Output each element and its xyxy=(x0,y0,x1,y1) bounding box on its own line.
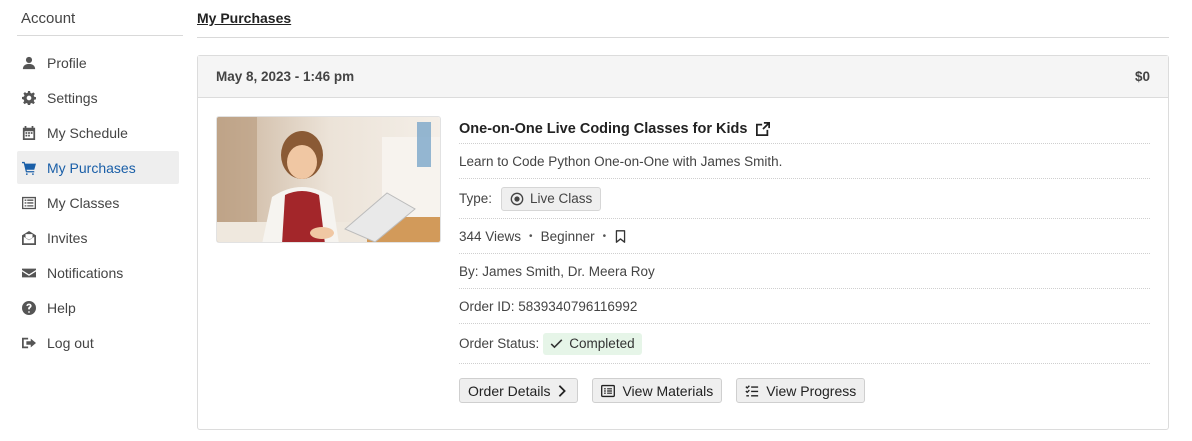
purchase-price: $0 xyxy=(1134,69,1150,84)
tasks-icon xyxy=(745,384,759,397)
status-badge: Completed xyxy=(543,332,642,355)
envelope-open-icon xyxy=(21,230,37,246)
purchase-card: May 8, 2023 - 1:46 pm $0 One-on-One Live… xyxy=(197,55,1169,430)
order-details-button[interactable]: Order Details xyxy=(459,378,579,403)
instructors-row: By: James Smith, Dr. Meera Roy xyxy=(459,254,1150,289)
sidebar-item-my-classes[interactable]: My Classes xyxy=(17,186,179,219)
page-title: My Purchases xyxy=(197,10,292,26)
sidebar-item-label: My Purchases xyxy=(47,159,136,176)
sidebar-item-notifications[interactable]: Notifications xyxy=(17,256,179,289)
envelope-icon xyxy=(21,265,37,281)
sidebar-item-profile[interactable]: Profile xyxy=(17,46,179,79)
purchase-body: One-on-One Live Coding Classes for Kids … xyxy=(198,98,1168,403)
gear-icon xyxy=(21,90,37,106)
sidebar-item-invites[interactable]: Invites xyxy=(17,221,179,254)
course-level: Beginner xyxy=(540,228,595,244)
purchase-details: One-on-One Live Coding Classes for Kids … xyxy=(459,116,1150,403)
instructors: By: James Smith, Dr. Meera Roy xyxy=(459,263,655,279)
separator-dot: • xyxy=(602,230,607,242)
purchase-date: May 8, 2023 - 1:46 pm xyxy=(216,69,355,84)
order-details-label: Order Details xyxy=(468,382,551,399)
question-circle-icon xyxy=(21,300,37,316)
status-value: Completed xyxy=(569,336,635,351)
view-progress-label: View Progress xyxy=(766,382,857,399)
course-title-row: One-on-One Live Coding Classes for Kids xyxy=(459,116,1150,144)
user-icon xyxy=(21,55,37,71)
cart-icon xyxy=(21,160,37,176)
type-value: Live Class xyxy=(530,191,593,206)
meta-row: 344 Views • Beginner • xyxy=(459,219,1150,254)
order-status-label: Order Status: xyxy=(459,336,540,351)
calendar-icon xyxy=(21,125,37,141)
view-progress-button[interactable]: View Progress xyxy=(736,378,866,403)
course-thumbnail-image xyxy=(217,117,440,242)
separator-dot: • xyxy=(529,230,533,242)
type-row: Type: Live Class xyxy=(459,179,1150,219)
sidebar-item-label: Settings xyxy=(47,89,98,106)
bookmark-icon[interactable] xyxy=(614,229,627,244)
sign-out-icon xyxy=(21,335,37,351)
sidebar-nav: Profile Settings My Schedule My Purchase… xyxy=(17,46,183,359)
external-link-icon[interactable] xyxy=(756,121,771,136)
purchase-actions: Order Details View Materials View Progre… xyxy=(459,378,1150,403)
check-icon xyxy=(550,339,563,349)
chevron-right-icon xyxy=(559,384,567,397)
main-content: My Purchases May 8, 2023 - 1:46 pm $0 On… xyxy=(197,0,1169,430)
dot-circle-icon xyxy=(510,192,524,205)
sidebar-item-label: Help xyxy=(47,299,76,316)
list-icon xyxy=(21,195,37,211)
sidebar-item-help[interactable]: Help xyxy=(17,291,179,324)
sidebar-item-label: Profile xyxy=(47,54,87,71)
sidebar-item-label: My Schedule xyxy=(47,124,128,141)
sidebar-item-settings[interactable]: Settings xyxy=(17,81,179,114)
sidebar-item-log-out[interactable]: Log out xyxy=(17,326,179,359)
list-alt-icon xyxy=(601,384,616,397)
view-materials-button[interactable]: View Materials xyxy=(592,378,723,403)
sidebar-item-label: Invites xyxy=(47,229,88,246)
order-status-row: Order Status: Completed xyxy=(459,324,1150,364)
view-materials-label: View Materials xyxy=(622,382,714,399)
view-count: 344 Views xyxy=(459,228,522,244)
sidebar-item-label: Log out xyxy=(47,334,94,351)
type-label: Type: xyxy=(459,191,493,206)
order-id-row: Order ID: 5839340796116992 xyxy=(459,289,1150,324)
type-badge: Live Class xyxy=(501,186,602,211)
page-title-bar: My Purchases xyxy=(197,0,1169,38)
sidebar-item-label: My Classes xyxy=(47,194,120,211)
purchase-header: May 8, 2023 - 1:46 pm $0 xyxy=(198,56,1168,98)
sidebar-title: Account xyxy=(17,0,183,36)
course-thumbnail[interactable] xyxy=(216,116,441,243)
sidebar-item-my-purchases[interactable]: My Purchases xyxy=(17,151,179,184)
sidebar-item-my-schedule[interactable]: My Schedule xyxy=(17,116,179,149)
course-title-link[interactable]: One-on-One Live Coding Classes for Kids xyxy=(459,121,747,137)
order-id: Order ID: 5839340796116992 xyxy=(459,298,638,314)
account-sidebar: Account Profile Settings My Schedule My … xyxy=(17,0,183,361)
course-description: Learn to Code Python One-on-One with Jam… xyxy=(459,153,783,169)
description-row: Learn to Code Python One-on-One with Jam… xyxy=(459,144,1150,179)
sidebar-item-label: Notifications xyxy=(47,264,124,281)
